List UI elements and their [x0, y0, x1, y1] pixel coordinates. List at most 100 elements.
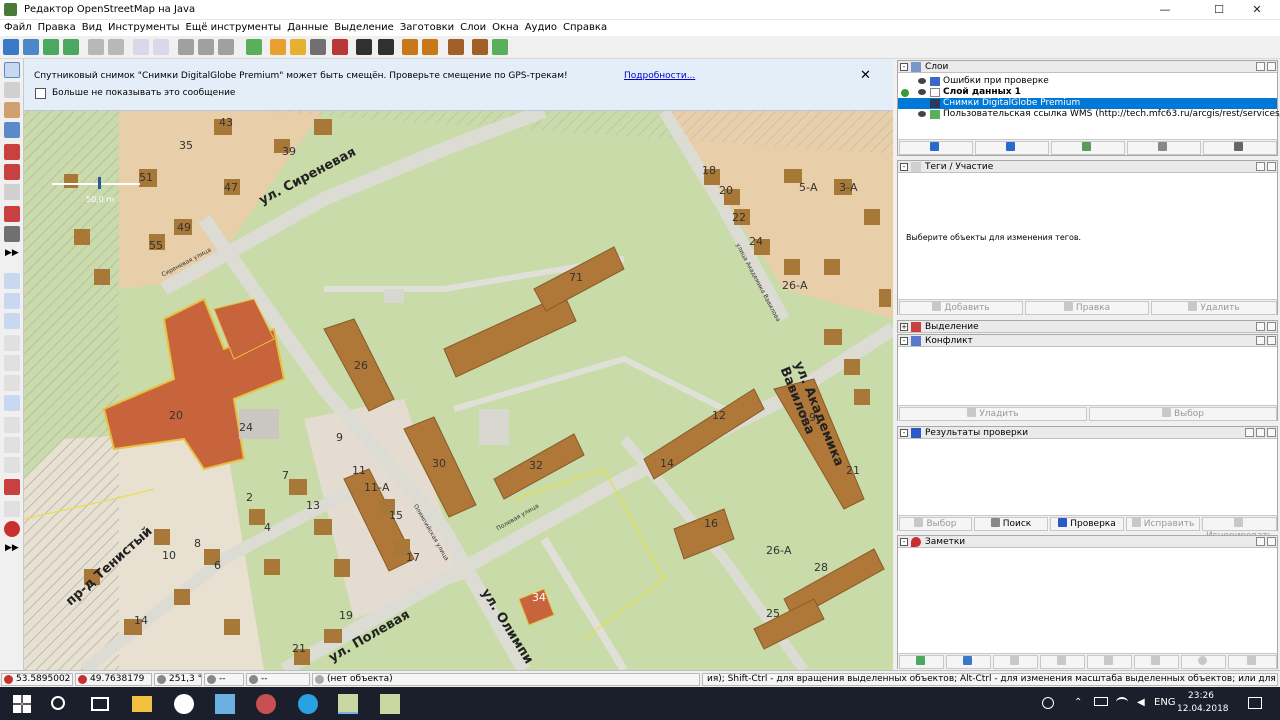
combine-way-icon[interactable] [198, 39, 214, 55]
undo-icon[interactable] [88, 39, 104, 55]
menu-tools[interactable]: Инструменты [105, 20, 183, 36]
task-view-icon[interactable] [91, 697, 109, 711]
tags-toggle-icon[interactable] [4, 293, 20, 309]
wms-icon[interactable] [153, 39, 169, 55]
layers-toggle-icon[interactable] [4, 273, 20, 289]
zoom-icon[interactable] [4, 122, 20, 138]
visibility-eye-icon[interactable] [918, 89, 926, 95]
car-icon[interactable] [356, 39, 372, 55]
street-lamp-icon[interactable] [290, 39, 306, 55]
comment-note-icon[interactable] [993, 655, 1038, 669]
notifications-icon[interactable] [1248, 697, 1262, 709]
josm-taskbar-icon[interactable] [338, 694, 358, 714]
menu-more-tools[interactable]: Ещё инструменты [183, 20, 285, 36]
validation-select-button[interactable]: Выбор [899, 517, 972, 531]
menu-selection[interactable]: Выделение [331, 20, 397, 36]
validator-toggle-icon[interactable] [4, 437, 20, 453]
josm-taskbar-icon[interactable] [380, 694, 400, 714]
move-up-button[interactable] [899, 141, 973, 155]
merge-layer-button[interactable] [1051, 141, 1125, 155]
edit-tag-button[interactable]: Правка [1025, 301, 1149, 315]
layer-settings-button[interactable] [1127, 141, 1201, 155]
select-mode-icon[interactable] [4, 62, 20, 78]
conflict-toggle-icon[interactable] [4, 395, 20, 411]
sort-notes-icon[interactable] [1134, 655, 1179, 669]
validation-ignore-button[interactable]: Игнорировать [1202, 517, 1277, 541]
visibility-eye-icon[interactable] [918, 78, 926, 84]
warning-icon[interactable] [402, 39, 418, 55]
volume-icon[interactable]: ◀ [1137, 697, 1145, 708]
people-icon[interactable] [1042, 697, 1054, 709]
clock[interactable]: 23:26 12.04.2018 [1177, 690, 1229, 716]
traffic-light-icon[interactable] [270, 39, 286, 55]
building-tool-icon[interactable] [4, 226, 20, 242]
detach-icon[interactable] [1256, 162, 1265, 171]
menu-edit[interactable]: Правка [35, 20, 79, 36]
collapse-icon[interactable]: - [900, 429, 908, 437]
delete-tag-button[interactable]: Удалить [1151, 301, 1277, 315]
menu-layers[interactable]: Слои [457, 20, 489, 36]
save-icon[interactable] [23, 39, 39, 55]
landuse-icon[interactable] [492, 39, 508, 55]
more-panels-icon[interactable]: ▶▶ [5, 543, 19, 553]
detach-icon[interactable] [1256, 322, 1265, 331]
menu-presets[interactable]: Заготовки [397, 20, 457, 36]
collapse-icon[interactable]: - [900, 63, 908, 71]
menu-help[interactable]: Справка [560, 20, 610, 36]
parallel-icon[interactable] [4, 164, 20, 180]
author-toggle-icon[interactable] [4, 375, 20, 391]
validation-fix-button[interactable]: Исправить [1126, 517, 1200, 531]
imagery-icon[interactable] [246, 39, 262, 55]
relations-toggle-icon[interactable] [4, 335, 20, 351]
app-icon[interactable] [256, 694, 276, 714]
layer-row[interactable]: Слой данных 1 [898, 87, 1277, 98]
validation-search-button[interactable]: Поиск [974, 517, 1048, 531]
detach-icon[interactable] [1256, 336, 1265, 345]
redo-icon[interactable] [108, 39, 124, 55]
lasso-icon[interactable] [4, 82, 20, 98]
expand-icon[interactable]: + [900, 323, 908, 331]
yandex-browser-icon[interactable] [174, 694, 194, 714]
close-panel-icon[interactable] [1267, 428, 1276, 437]
windows-start-icon[interactable] [13, 695, 31, 713]
minimize-button[interactable]: — [1142, 0, 1188, 20]
imagery-toggle-icon[interactable] [4, 501, 20, 517]
map-view[interactable]: ул. Сиреневая ул. Академика Вавилова пр-… [24, 59, 893, 670]
download-notes-icon[interactable] [899, 655, 944, 669]
menu-audio[interactable]: Аудио [522, 20, 560, 36]
filter-toggle-icon[interactable] [4, 417, 20, 433]
history-toggle-icon[interactable] [4, 355, 20, 371]
search-icon[interactable] [51, 696, 65, 710]
layer-row-selected[interactable]: Снимки DigitalGlobe Premium [898, 98, 1277, 109]
selection-toggle-icon[interactable] [4, 313, 20, 329]
building-icon[interactable] [448, 39, 464, 55]
validation-check-button[interactable]: Проверка [1050, 517, 1124, 531]
delete-layer-button[interactable] [1203, 141, 1277, 155]
detach-icon[interactable] [1256, 62, 1265, 71]
close-panel-icon[interactable] [1267, 336, 1276, 345]
collapse-icon[interactable]: - [900, 337, 908, 345]
visibility-eye-icon[interactable] [918, 111, 926, 117]
close-panel-icon[interactable] [1267, 62, 1276, 71]
add-tag-button[interactable]: Добавить [899, 301, 1023, 315]
settings-icon[interactable] [1245, 428, 1254, 437]
select-conflict-button[interactable]: Выбор [1089, 407, 1277, 421]
more-tools-icon[interactable]: ▶▶ [5, 248, 19, 258]
collapse-icon[interactable]: - [900, 538, 908, 546]
extrude-icon[interactable] [4, 206, 20, 222]
close-note-icon[interactable] [1040, 655, 1085, 669]
layer-row[interactable]: Ошибки при проверке [898, 76, 1277, 87]
resolve-button[interactable]: Уладить [899, 407, 1087, 421]
file-explorer-icon[interactable] [132, 696, 152, 712]
app-icon[interactable] [215, 694, 235, 714]
delete-icon[interactable] [4, 144, 20, 160]
split-way-icon[interactable] [178, 39, 194, 55]
notes-toggle-icon[interactable] [4, 479, 20, 495]
restaurant-icon[interactable] [422, 39, 438, 55]
telegram-icon[interactable] [298, 694, 318, 714]
industrial-icon[interactable] [472, 39, 488, 55]
download-icon[interactable] [43, 39, 59, 55]
refresh-icon[interactable] [218, 39, 234, 55]
preferences-icon[interactable] [133, 39, 149, 55]
selection-header[interactable]: + Выделение [898, 321, 1277, 333]
